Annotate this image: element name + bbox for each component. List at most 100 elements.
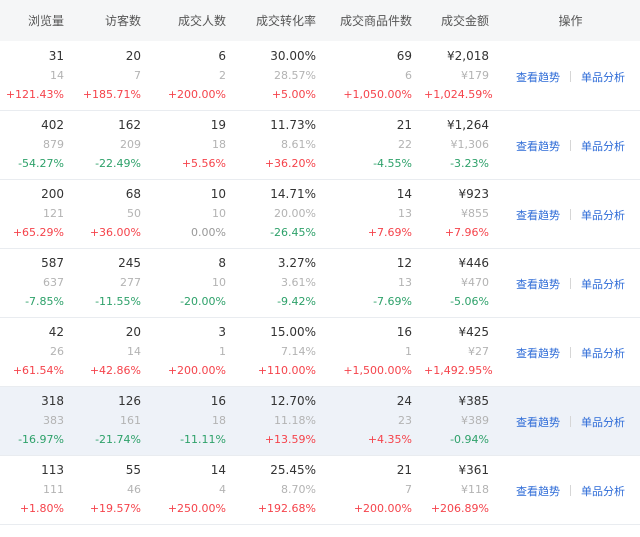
previous-value: ¥118 bbox=[461, 483, 489, 496]
previous-value: 1 bbox=[405, 345, 412, 358]
change-percent: -22.49% bbox=[95, 157, 141, 170]
cell-page-views: 113 111 +1.80% bbox=[0, 455, 76, 524]
current-value: 25.45% bbox=[270, 463, 316, 477]
cell-items-sold: 21 22 -4.55% bbox=[328, 110, 424, 179]
change-percent: +1,492.95% bbox=[424, 364, 493, 377]
cell-conversion-rate: 25.45% 8.70% +192.68% bbox=[238, 455, 328, 524]
cell-actions: 查看趋势 单品分析 bbox=[501, 179, 640, 248]
current-value: 68 bbox=[125, 187, 141, 201]
cell-visitors: 20 14 +42.86% bbox=[76, 317, 153, 386]
change-percent: +121.43% bbox=[5, 87, 64, 101]
view-trend-link[interactable]: 查看趋势 bbox=[516, 71, 560, 84]
previous-value: 10 bbox=[212, 207, 226, 220]
current-value: ¥2,018 bbox=[447, 48, 489, 63]
current-value: 8 bbox=[218, 256, 226, 270]
change-percent: +110.00% bbox=[257, 364, 316, 377]
previous-value: 637 bbox=[43, 276, 64, 289]
cell-items-sold: 24 23 +4.35% bbox=[328, 386, 424, 455]
current-value: 12 bbox=[396, 256, 412, 270]
previous-value: 383 bbox=[43, 414, 64, 427]
view-trend-link[interactable]: 查看趋势 bbox=[516, 140, 560, 153]
change-percent: -4.55% bbox=[373, 157, 412, 170]
cell-actions: 查看趋势 单品分析 bbox=[501, 317, 640, 386]
previous-value: 14 bbox=[127, 345, 141, 358]
previous-value: 209 bbox=[120, 138, 141, 151]
cell-page-views: 587 637 -7.85% bbox=[0, 248, 76, 317]
current-value: ¥385 bbox=[458, 394, 489, 408]
previous-value: 4 bbox=[219, 483, 226, 496]
previous-value: 28.57% bbox=[274, 68, 316, 82]
col-header-buyers[interactable]: 成交人数 bbox=[153, 0, 238, 41]
action-divider bbox=[570, 347, 571, 358]
col-header-conversion-rate[interactable]: 成交转化率 bbox=[238, 0, 328, 41]
change-percent: -9.42% bbox=[277, 295, 316, 308]
view-trend-link[interactable]: 查看趋势 bbox=[516, 209, 560, 222]
col-header-visitors[interactable]: 访客数 bbox=[76, 0, 153, 41]
cell-buyers: 8 10 -20.00% bbox=[153, 248, 238, 317]
current-value: 14 bbox=[210, 463, 226, 477]
previous-value: ¥470 bbox=[461, 276, 489, 289]
item-analysis-link[interactable]: 单品分析 bbox=[581, 209, 625, 222]
previous-value: 8.70% bbox=[281, 483, 316, 496]
cell-sales-amount: ¥425 ¥27 +1,492.95% bbox=[424, 317, 501, 386]
view-trend-link[interactable]: 查看趋势 bbox=[516, 485, 560, 498]
col-header-items-sold[interactable]: 成交商品件数 bbox=[328, 0, 424, 41]
cell-items-sold: 21 7 +200.00% bbox=[328, 455, 424, 524]
item-analysis-link[interactable]: 单品分析 bbox=[581, 71, 625, 84]
previous-value: 7 bbox=[134, 68, 141, 82]
previous-value: 1 bbox=[219, 345, 226, 358]
action-divider bbox=[570, 416, 571, 427]
cell-visitors: 245 277 -11.55% bbox=[76, 248, 153, 317]
col-header-sales-amount[interactable]: 成交金额 bbox=[424, 0, 501, 41]
item-analysis-link[interactable]: 单品分析 bbox=[581, 140, 625, 153]
change-percent: -20.00% bbox=[180, 295, 226, 308]
current-value: ¥361 bbox=[458, 463, 489, 477]
view-trend-link[interactable]: 查看趋势 bbox=[516, 347, 560, 360]
change-percent: +5.56% bbox=[181, 157, 226, 170]
cell-visitors: 162 209 -22.49% bbox=[76, 110, 153, 179]
change-percent: 0.00% bbox=[191, 226, 226, 239]
table-header-row: 浏览量 访客数 成交人数 成交转化率 成交商品件数 成交金额 操作 bbox=[0, 0, 640, 41]
current-value: 14 bbox=[396, 187, 412, 201]
change-percent: -5.06% bbox=[450, 295, 489, 308]
current-value: 200 bbox=[41, 187, 64, 201]
change-percent: +1,500.00% bbox=[343, 364, 412, 377]
cell-actions: 查看趋势 单品分析 bbox=[501, 386, 640, 455]
current-value: 20 bbox=[125, 48, 141, 63]
cell-buyers: 6 2 +200.00% bbox=[153, 41, 238, 110]
previous-value: 20.00% bbox=[274, 207, 316, 220]
change-percent: +250.00% bbox=[167, 502, 226, 515]
cell-visitors: 55 46 +19.57% bbox=[76, 455, 153, 524]
action-divider bbox=[570, 70, 571, 82]
cell-conversion-rate: 12.70% 11.18% +13.59% bbox=[238, 386, 328, 455]
cell-buyers: 16 18 -11.11% bbox=[153, 386, 238, 455]
cell-page-views: 318 383 -16.97% bbox=[0, 386, 76, 455]
change-percent: +1.80% bbox=[19, 502, 64, 515]
cell-page-views: 402 879 -54.27% bbox=[0, 110, 76, 179]
table-row: 318 383 -16.97% 126 161 -21.74% 16 18 -11.11% 12.… bbox=[0, 386, 640, 455]
view-trend-link[interactable]: 查看趋势 bbox=[516, 416, 560, 429]
table-row: 31 14 +121.43% 20 7 +185.71% 6 2 +200.00% 30.00% 2… bbox=[0, 41, 640, 110]
item-analysis-link[interactable]: 单品分析 bbox=[581, 278, 625, 291]
current-value: 30.00% bbox=[270, 48, 316, 63]
cell-visitors: 20 7 +185.71% bbox=[76, 41, 153, 110]
current-value: 42 bbox=[48, 325, 64, 339]
item-analysis-link[interactable]: 单品分析 bbox=[581, 485, 625, 498]
view-trend-link[interactable]: 查看趋势 bbox=[516, 278, 560, 291]
table-row: 113 111 +1.80% 55 46 +19.57% 14 4 +250.00% 25.45%… bbox=[0, 455, 640, 524]
current-value: 318 bbox=[41, 394, 64, 408]
col-header-page-views[interactable]: 浏览量 bbox=[0, 0, 76, 41]
table-body: 31 14 +121.43% 20 7 +185.71% 6 2 +200.00% 30.00% 2… bbox=[0, 41, 640, 524]
change-percent: +200.00% bbox=[353, 502, 412, 515]
current-value: 31 bbox=[48, 48, 64, 63]
item-analysis-link[interactable]: 单品分析 bbox=[581, 347, 625, 360]
change-percent: +19.57% bbox=[89, 502, 141, 515]
previous-value: 111 bbox=[43, 483, 64, 496]
item-analysis-link[interactable]: 单品分析 bbox=[581, 416, 625, 429]
change-percent: +36.00% bbox=[89, 226, 141, 239]
change-percent: -16.97% bbox=[18, 433, 64, 446]
current-value: 3 bbox=[218, 325, 226, 339]
change-percent: +7.96% bbox=[444, 226, 489, 239]
cell-items-sold: 14 13 +7.69% bbox=[328, 179, 424, 248]
cell-sales-amount: ¥385 ¥389 -0.94% bbox=[424, 386, 501, 455]
